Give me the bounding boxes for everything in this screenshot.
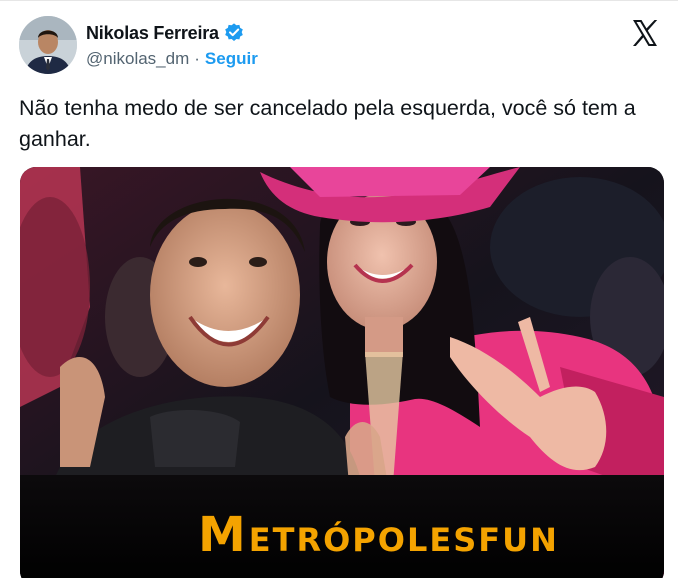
watermark-initial: M <box>198 507 248 563</box>
avatar[interactable] <box>19 16 77 74</box>
handle-row: @nikolas_dm · Seguir <box>86 49 258 69</box>
author-handle[interactable]: @nikolas_dm <box>86 49 189 69</box>
metropoles-fun-watermark: M ETRÓPOLES FUN <box>198 507 559 563</box>
watermark-suffix: FUN <box>478 521 559 559</box>
tweet-header: Nikolas Ferreira @nikolas_dm · Seguir <box>19 16 660 76</box>
name-row: Nikolas Ferreira <box>86 20 258 46</box>
x-logo-icon[interactable] <box>630 18 660 48</box>
tweet-card: Nikolas Ferreira @nikolas_dm · Seguir Nã… <box>0 0 678 578</box>
verified-badge-icon <box>225 23 243 41</box>
watermark-main: ETRÓPOLES <box>248 521 479 559</box>
follow-button[interactable]: Seguir <box>205 49 258 69</box>
tweet-text: Não tenha medo de ser cancelado pela esq… <box>19 96 636 151</box>
separator-dot: · <box>194 49 200 68</box>
tweet-media[interactable]: M ETRÓPOLES FUN <box>20 167 664 578</box>
author-display-name[interactable]: Nikolas Ferreira <box>86 23 219 44</box>
author-names: Nikolas Ferreira @nikolas_dm · Seguir <box>86 20 258 69</box>
